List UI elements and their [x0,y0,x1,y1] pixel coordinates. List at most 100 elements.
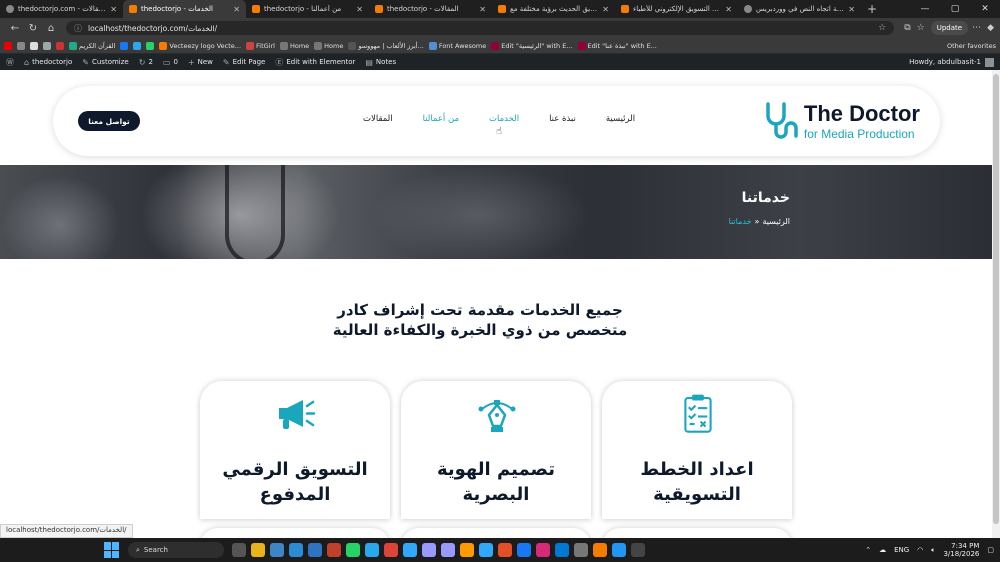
bookmark-unity[interactable] [30,41,38,50]
address-input[interactable]: ⓘ localhost/thedoctorjo.com/الخدمات/ ☆ [66,21,895,35]
notifications-icon[interactable]: ▢ [987,546,994,554]
bookmark-youtube[interactable] [4,41,12,50]
edge-icon[interactable] [289,543,303,557]
app-icon[interactable] [612,543,626,557]
facebook-icon[interactable] [517,543,531,557]
bookmark-red[interactable] [56,41,64,50]
powerpoint-icon[interactable] [327,543,341,557]
app-icon[interactable] [498,543,512,557]
bookmark-edit-about[interactable]: Edit "نبذة عنا" with E... [577,41,657,50]
site-info-icon[interactable]: ⓘ [74,23,82,34]
file-explorer-icon[interactable] [251,543,265,557]
photoshop-icon[interactable] [403,543,417,557]
menu-item-services[interactable]: الخدمات [489,114,519,124]
service-card-next-row[interactable] [401,528,591,538]
extensions-icon[interactable]: ⧉ [904,23,910,33]
site-logo[interactable]: The Doctor for Media Production [763,99,920,143]
volume-icon[interactable]: 🔈︎ [931,546,935,555]
bookmark-edit-home[interactable]: Edit "الرئيسية" with E... [491,41,573,50]
copilot-icon[interactable]: ◆ [987,23,994,33]
browser-tab[interactable]: thedoctorjo - من أعمالنا ✕ [246,0,369,18]
page-scrollbar[interactable] [992,70,1000,538]
instagram-icon[interactable] [536,543,550,557]
bookmark-games[interactable]: أبرز الألعاب | مهووسو... [348,41,424,50]
scrollbar-thumb[interactable] [993,74,999,524]
premiere-icon[interactable] [441,543,455,557]
bookmark-fontawesome[interactable]: Font Awesome [428,41,486,50]
back-icon[interactable]: ← [6,23,24,34]
bookmark-whatsapp[interactable] [146,41,155,50]
wp-comments-link[interactable]: ▭ 0 [163,58,178,67]
close-icon[interactable]: ✕ [602,5,609,14]
wp-logo-icon[interactable]: Ⓦ [6,57,14,68]
app-icon[interactable] [631,543,645,557]
taskbar-search[interactable]: ⌕ Search [128,542,224,558]
bookmark-facebook[interactable] [120,41,129,50]
maximize-icon[interactable]: ▢ [940,0,970,18]
language-indicator[interactable]: ENG [894,546,909,554]
browser-tab[interactable]: مشكلة اتجاه النص في ووردبريس ✕ [738,0,861,18]
photoshop-icon[interactable] [479,543,493,557]
close-icon[interactable]: ✕ [110,5,117,14]
onedrive-icon[interactable]: ☁ [879,546,886,554]
minimize-icon[interactable]: — [910,0,940,18]
home-icon[interactable]: ⌂ [42,23,60,34]
close-icon[interactable]: ✕ [479,5,486,14]
chrome-icon[interactable] [384,543,398,557]
browser-tab[interactable]: ما أهمية التسويق الإلكتروني للأطباء✕ [615,0,738,18]
wifi-icon[interactable]: ◠ [917,546,923,554]
bookmark-quran[interactable]: القرآن الكريم [69,41,115,50]
wp-site-link[interactable]: ⌂ thedoctorjo [24,58,72,67]
close-icon[interactable]: ✕ [233,5,240,14]
bookmark-vecteezy[interactable]: Vecteezy logo Vecte... [159,41,241,50]
bookmark-telegram[interactable] [133,41,142,50]
other-favorites[interactable]: Other favorites [947,42,996,50]
windows-start-icon[interactable] [104,542,120,558]
menu-item-about[interactable]: نبذة عنا [549,114,576,124]
service-card-paid-marketing[interactable]: التسويق الرقمي المدفوع [200,381,390,519]
wp-new-link[interactable]: + New [188,58,213,67]
wp-elementor-link[interactable]: Ⓔ Edit with Elementor [275,57,355,68]
word-icon[interactable] [308,543,322,557]
menu-item-home[interactable]: الرئيسية [606,114,635,124]
bookmark-home-1[interactable]: Home [279,41,309,50]
task-view-icon[interactable] [232,543,246,557]
browser-tab-active[interactable]: thedoctorjo - الخدمات ✕ [123,0,246,18]
after-effects-icon[interactable] [422,543,436,557]
app-icon[interactable] [593,543,607,557]
bookmark-fitgirl[interactable]: FitGirl [246,41,275,50]
menu-item-portfolio[interactable]: من أعمالنا [423,114,459,124]
browser-tab[interactable]: التسويق الحديث برؤية مختلفة مع ...✕ [492,0,615,18]
favorites-icon[interactable]: ☆ [917,23,925,33]
close-icon[interactable]: ✕ [725,5,732,14]
reload-icon[interactable]: ↻ [24,23,42,34]
close-window-icon[interactable]: ✕ [970,0,1000,18]
bookmark-home-2[interactable]: Home [314,41,343,50]
wp-updates-link[interactable]: ↻ 2 [139,58,153,67]
bookmark-globe[interactable] [43,41,51,50]
vscode-icon[interactable] [555,543,569,557]
browser-tab[interactable]: thedoctorjo.com - المقالات ✕ [0,0,123,18]
breadcrumb-home[interactable]: الرئيسية [762,217,790,226]
close-icon[interactable]: ✕ [848,5,855,14]
app-icon[interactable] [574,543,588,557]
close-icon[interactable]: ✕ [356,5,363,14]
service-card-marketing-plans[interactable]: اعداد الخطط التسويقية [602,381,792,519]
wp-user-menu[interactable]: Howdy, abdulbasit-1 [909,57,994,67]
wp-customize-link[interactable]: ✎ Customize [82,58,128,67]
telegram-icon[interactable] [365,543,379,557]
whatsapp-icon[interactable] [346,543,360,557]
service-card-visual-identity[interactable]: تصميم الهوية البصرية [401,381,591,519]
chevron-up-icon[interactable]: ⌃ [865,546,871,554]
browser-tab[interactable]: thedoctorjo - المقالات ✕ [369,0,492,18]
store-icon[interactable] [270,543,284,557]
illustrator-icon[interactable] [460,543,474,557]
more-menu-icon[interactable]: ⋯ [972,23,981,33]
wp-notes-link[interactable]: ▤ Notes [365,58,396,67]
update-button[interactable]: Update [930,21,969,35]
wp-edit-page-link[interactable]: ✎ Edit Page [223,58,265,67]
clock[interactable]: 7:34 PM 3/18/2026 [943,542,979,559]
menu-item-articles[interactable]: المقالات [363,114,393,124]
service-card-next-row[interactable] [200,528,390,538]
bookmark-mail[interactable] [17,41,25,50]
